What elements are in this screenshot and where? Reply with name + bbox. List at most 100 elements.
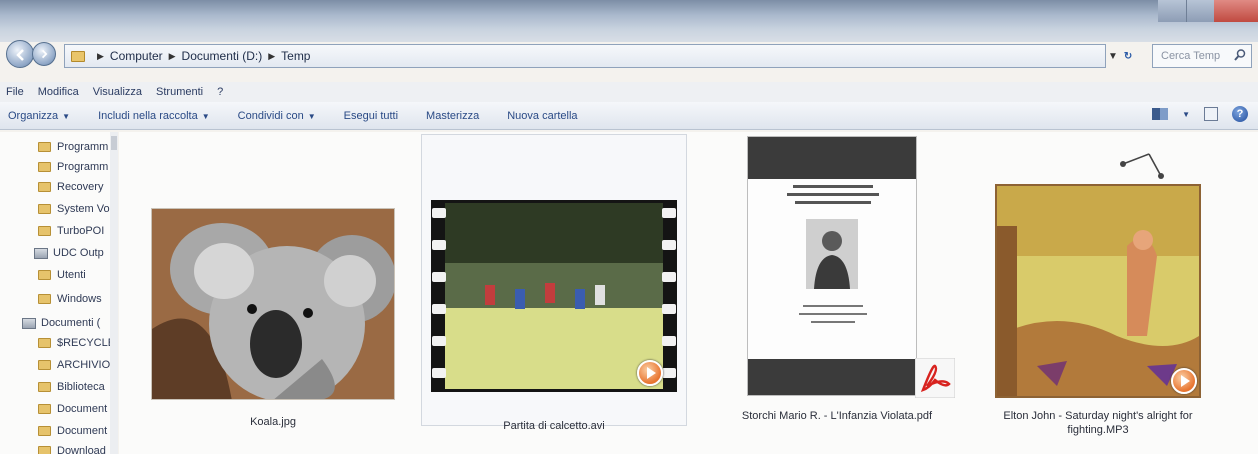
album-art-image	[997, 186, 1199, 396]
film-hole	[432, 272, 446, 282]
drive-icon	[22, 317, 36, 329]
play-icon	[637, 360, 663, 386]
chevron-down-icon[interactable]: ▼	[1108, 51, 1118, 62]
folder-icon	[38, 426, 51, 436]
film-hole	[432, 304, 446, 314]
koala-thumbnail[interactable]	[151, 208, 395, 400]
folder-icon	[38, 382, 51, 392]
music-note-icon	[1120, 153, 1164, 179]
film-hole	[662, 208, 676, 218]
chevron-down-icon: ▼	[201, 111, 210, 121]
sidebar-item-label: ARCHIVIO	[57, 359, 111, 371]
folder-icon	[38, 204, 51, 214]
refresh-icon[interactable]: ↻	[1124, 51, 1132, 62]
sidebar-item-label: Windows	[57, 293, 102, 305]
play-all-button[interactable]: Esegui tutti	[344, 110, 398, 122]
sidebar-item-label: Recovery	[57, 181, 104, 193]
preview-pane-icon[interactable]	[1204, 107, 1218, 121]
scrollbar-thumb[interactable]	[111, 136, 117, 150]
forward-button[interactable]	[32, 42, 56, 66]
search-input[interactable]: Cerca Temp	[1152, 44, 1252, 68]
menu-modifica[interactable]: Modifica	[38, 86, 79, 98]
chevron-right-icon: ▶	[97, 50, 104, 61]
address-bar[interactable]: ▶ Computer ▶ Documenti (D:) ▶ Temp	[64, 44, 1106, 68]
chevron-right-icon: ▶	[268, 50, 276, 61]
share-button[interactable]: Condividi con ▼	[238, 110, 316, 122]
breadcrumb-documenti[interactable]: Documenti (D:)	[182, 49, 263, 63]
koala-image	[152, 209, 394, 399]
breadcrumb-temp[interactable]: Temp	[281, 49, 310, 63]
drive-icon	[34, 247, 48, 259]
sidebar-item-label: TurboPOI	[57, 225, 105, 237]
sidebar-item-label: Programm	[57, 161, 109, 173]
video-frame-image	[445, 203, 663, 389]
address-row: ▶ Computer ▶ Documenti (D:) ▶ Temp ▼ ↻ C…	[0, 36, 1258, 80]
menu-help[interactable]: ?	[217, 86, 223, 98]
film-hole	[662, 240, 676, 250]
include-library-button[interactable]: Includi nella raccolta ▼	[98, 110, 210, 122]
help-icon[interactable]: ?	[1232, 106, 1248, 122]
new-folder-button[interactable]: Nuova cartella	[507, 110, 577, 122]
album-art-thumbnail[interactable]	[995, 184, 1201, 398]
sidebar-scrollbar[interactable]	[110, 132, 118, 454]
file-name-line2: fighting.MP3	[1067, 424, 1129, 436]
menu-file[interactable]: File	[6, 86, 24, 98]
folder-icon	[38, 360, 51, 370]
breadcrumb-computer[interactable]: Computer	[110, 49, 163, 63]
folder-icon	[38, 404, 51, 414]
pdf-cover-footer	[748, 359, 916, 395]
back-arrow-icon	[16, 49, 24, 61]
folder-icon	[38, 446, 51, 454]
sidebar-item-label: UDC Outp	[53, 247, 104, 259]
chevron-down-icon[interactable]: ▼	[1182, 110, 1190, 119]
film-hole	[432, 208, 446, 218]
pdf-thumbnail[interactable]	[747, 136, 917, 396]
share-label: Condividi con	[237, 109, 304, 122]
forward-arrow-icon	[41, 49, 48, 59]
close-button[interactable]	[1214, 0, 1258, 22]
sidebar-item-label: $RECYCLE	[57, 337, 116, 349]
sidebar-item-label: Programm	[57, 141, 109, 153]
view-options-icon[interactable]	[1152, 108, 1169, 120]
film-hole	[432, 368, 446, 378]
film-hole	[432, 240, 446, 250]
back-button[interactable]	[6, 40, 34, 68]
film-hole	[662, 368, 676, 378]
address-actions: ▼ ↻	[1108, 46, 1148, 66]
burn-button[interactable]: Masterizza	[426, 110, 479, 122]
film-hole	[662, 304, 676, 314]
folder-icon	[38, 162, 51, 172]
sidebar-item-label: Biblioteca	[57, 381, 105, 393]
file-name-line1: Elton John - Saturday night's alright fo…	[1003, 410, 1193, 422]
film-hole	[662, 336, 676, 346]
sidebar-item-label: Download	[57, 445, 106, 454]
search-icon	[1234, 49, 1246, 61]
minimize-button[interactable]	[1158, 0, 1186, 22]
sidebar-item-label: Document	[57, 425, 108, 437]
command-bar: Organizza ▼ Includi nella raccolta ▼ Condi…	[0, 102, 1258, 130]
search-placeholder: Cerca Temp	[1161, 50, 1221, 62]
sidebar-item-documenti-drive[interactable]: Documenti (	[22, 314, 122, 332]
chevron-down-icon: ▼	[307, 111, 316, 121]
sidebar-item-label: Document	[57, 403, 108, 415]
folder-icon	[38, 142, 51, 152]
window-controls	[1158, 0, 1258, 22]
play-icon	[1171, 368, 1197, 394]
navigation-pane: Programm Programm Recovery System Vo Tur…	[0, 132, 118, 454]
menu-visualizza[interactable]: Visualizza	[93, 86, 142, 98]
organize-button[interactable]: Organizza ▼	[8, 110, 70, 122]
view-controls: ▼ ?	[1152, 106, 1248, 122]
maximize-button[interactable]	[1185, 0, 1214, 22]
chevron-down-icon: ▼	[62, 111, 71, 121]
file-name: Storchi Mario R. - L'Infanzia Violata.pd…	[741, 410, 933, 422]
pdf-cover-text-lines	[787, 185, 879, 204]
chevron-right-icon: ▶	[168, 50, 176, 61]
pdf-cover-subtitle-lines	[799, 305, 867, 323]
folder-icon	[38, 182, 51, 192]
menu-bar: File Modifica Visualizza Strumenti ?	[0, 82, 1258, 102]
sidebar-item-label: Utenti	[57, 269, 86, 281]
pdf-cover-header	[748, 137, 916, 179]
menu-strumenti[interactable]: Strumenti	[156, 86, 203, 98]
film-hole	[432, 336, 446, 346]
film-hole	[662, 272, 676, 282]
